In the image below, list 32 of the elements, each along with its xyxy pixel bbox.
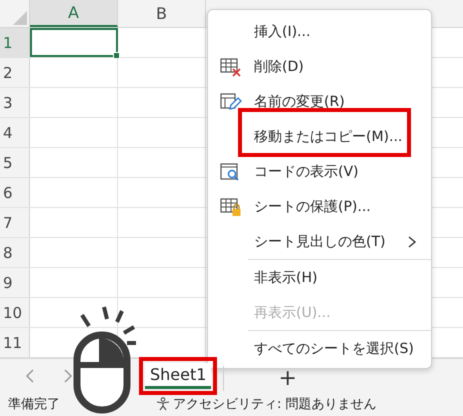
menu-item[interactable]: 削除(D) (208, 49, 431, 84)
row-header[interactable]: 8 (0, 238, 30, 267)
row-header[interactable]: 9 (0, 268, 30, 297)
row-header[interactable]: 4 (0, 118, 30, 147)
row-header[interactable]: 1 (0, 28, 30, 57)
row-header[interactable]: 2 (0, 58, 30, 87)
protect-sheet-icon (220, 196, 242, 216)
column-header[interactable]: B (118, 0, 206, 27)
delete-sheet-icon (220, 56, 242, 76)
chevron-right-icon (407, 236, 417, 248)
row-header[interactable]: 3 (0, 88, 30, 117)
menu-item[interactable]: シートの保護(P)... (208, 189, 431, 224)
status-text: 準備完了 (8, 396, 60, 413)
menu-item[interactable]: コードの表示(V) (208, 154, 431, 189)
column-header[interactable]: A (30, 0, 118, 27)
row-header[interactable]: 6 (0, 178, 30, 207)
rename-icon (220, 92, 242, 112)
menu-item[interactable]: 名前の変更(R) (208, 84, 431, 119)
row-header[interactable]: 10 (0, 298, 30, 327)
menu-item[interactable]: 挿入(I)... (208, 14, 431, 49)
chevron-left-icon[interactable] (25, 368, 35, 384)
menu-item[interactable]: シート見出しの色(T) (208, 224, 431, 259)
chevron-right-icon[interactable] (63, 368, 73, 384)
menu-item[interactable]: 非表示(H) (208, 260, 431, 295)
row-header[interactable]: 7 (0, 208, 30, 237)
menu-item[interactable]: 移動またはコピー(M)... (208, 119, 431, 154)
sheet-tab[interactable]: Sheet1 (145, 362, 212, 388)
row-header[interactable]: 11 (0, 328, 30, 357)
accessibility-status[interactable]: アクセシビリティ: 問題ありません (173, 395, 377, 413)
row-header[interactable]: 5 (0, 148, 30, 177)
fill-handle[interactable] (113, 52, 120, 59)
accessibility-icon[interactable] (156, 397, 170, 411)
